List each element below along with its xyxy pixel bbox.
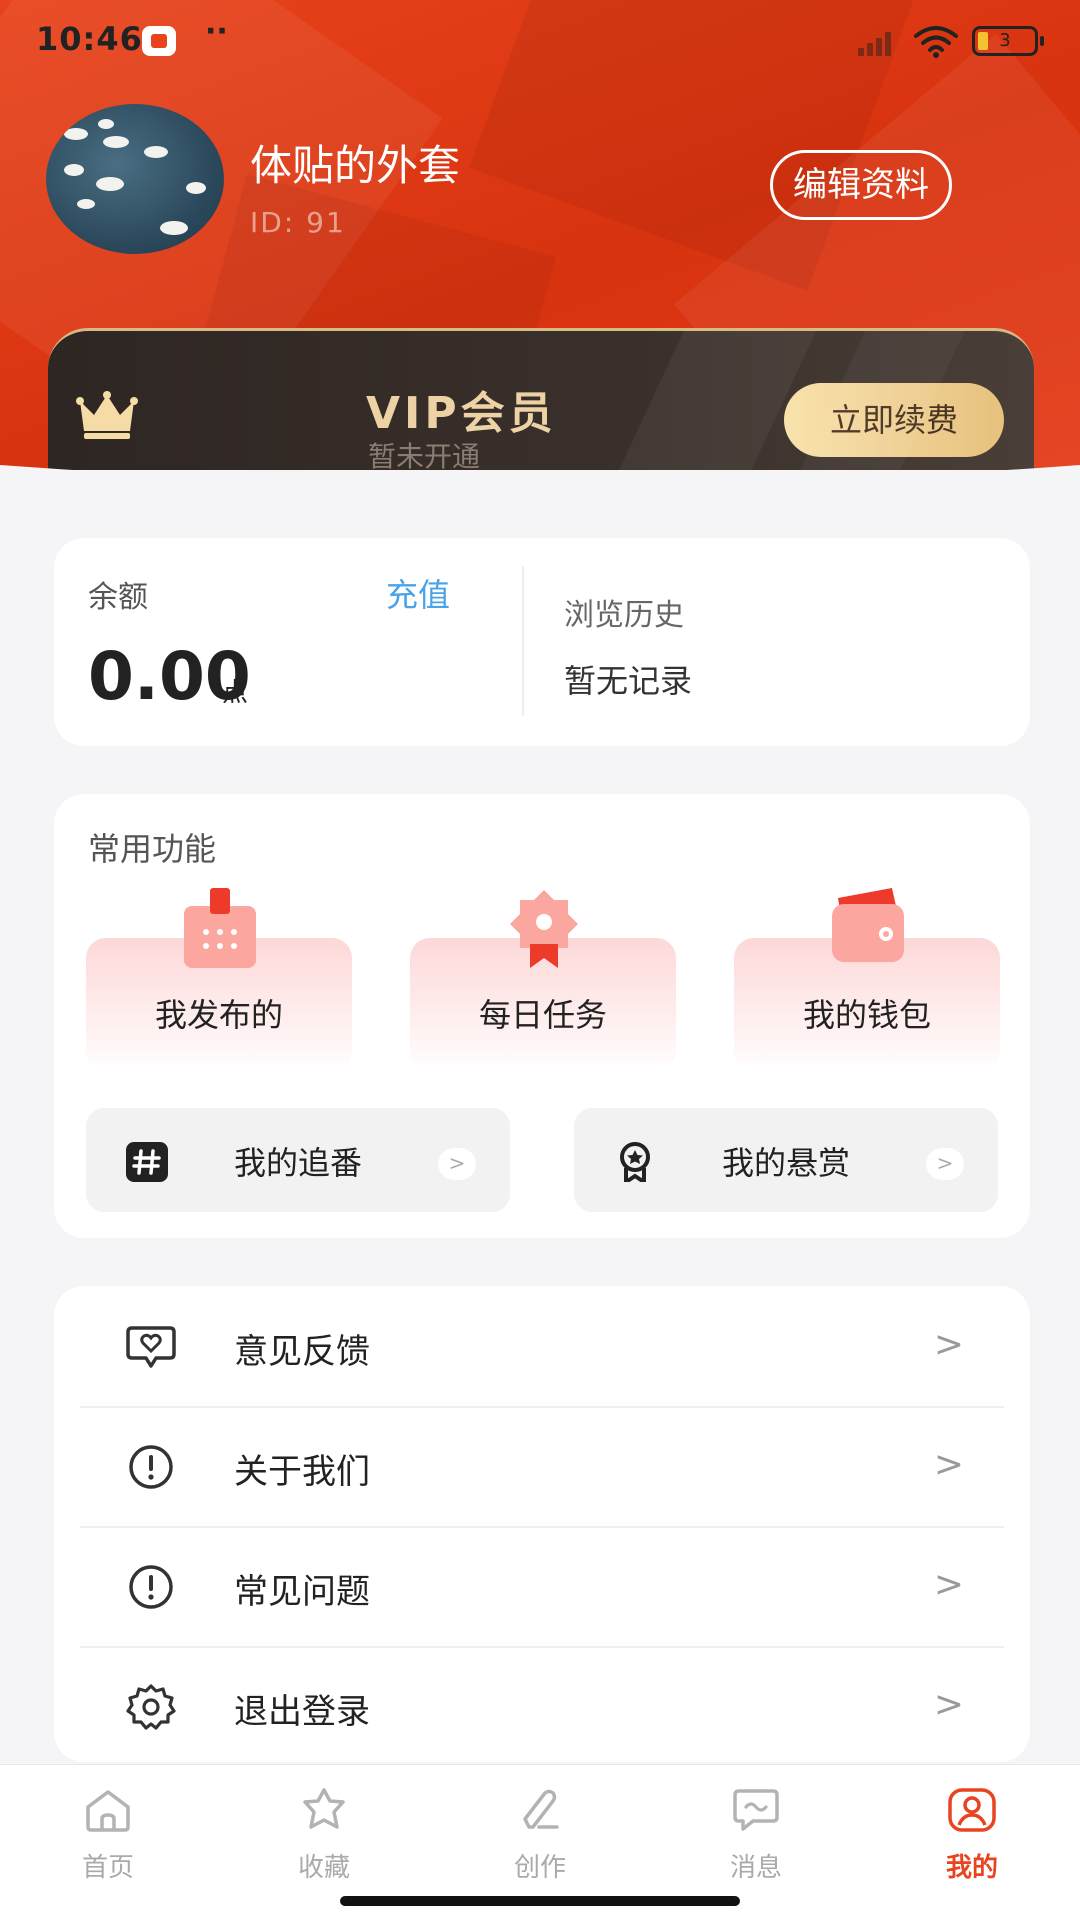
avatar[interactable]	[46, 104, 224, 254]
vip-card[interactable]: VIP会员 暂未开通 立即续费	[48, 328, 1034, 470]
hashtag-icon	[126, 1142, 168, 1182]
tile-label: 我的钱包	[802, 996, 931, 1034]
badge-icon	[510, 890, 578, 968]
list-item-feedback[interactable]: 意见反馈 >	[80, 1286, 1004, 1406]
calendar-icon	[184, 888, 256, 968]
my-anime-follow-button[interactable]: 我的追番 >	[86, 1108, 510, 1212]
balance-card: 余额 充值 0.00 点 浏览历史 暂无记录	[54, 538, 1030, 746]
battery-icon: 3	[972, 26, 1044, 56]
settings-list-card: 意见反馈 > 关于我们 > 常见问题 > 退出登录 >	[54, 1286, 1030, 1762]
home-indicator[interactable]	[340, 1896, 740, 1906]
username: 体贴的外套	[250, 141, 461, 190]
more-notifications-indicator: ··	[205, 14, 228, 49]
profile-header: 10:46 ·· 3 体贴的外套 ID: 91 编辑资料 VIP会员 暂未开通 …	[0, 0, 1080, 470]
status-time: 10:46	[36, 20, 143, 58]
pencil-icon	[523, 1789, 559, 1829]
recharge-link[interactable]: 充值	[386, 570, 450, 616]
app-notification-icon	[142, 26, 176, 56]
battery-level: 3	[999, 30, 1011, 51]
list-item-label: 关于我们	[234, 1452, 370, 1492]
user-id: ID: 91	[250, 206, 346, 239]
info-alert-icon	[129, 1445, 173, 1489]
vip-title: VIP会员	[366, 388, 557, 439]
balance-label: 余额	[88, 580, 148, 615]
nav-create[interactable]: 创作	[470, 1787, 610, 1897]
status-bar: 10:46 ·· 3	[0, 0, 1080, 80]
home-icon	[86, 1790, 130, 1832]
daily-tasks-tile[interactable]: 每日任务	[410, 890, 676, 1072]
my-bounty-button[interactable]: 我的悬赏 >	[574, 1108, 998, 1212]
wallet-icon	[832, 888, 904, 962]
balance-unit: 点	[222, 678, 249, 708]
nav-favorites[interactable]: 收藏	[254, 1787, 394, 1897]
medal-icon	[620, 1142, 650, 1182]
quick-label: 我的悬赏	[722, 1144, 851, 1182]
avatar-image	[64, 119, 206, 235]
nav-home[interactable]: 首页	[38, 1787, 178, 1897]
chevron-right-icon: >	[933, 1564, 964, 1605]
edit-profile-button[interactable]: 编辑资料	[770, 150, 952, 220]
nav-label: 创作	[513, 1853, 566, 1883]
crown-icon	[76, 391, 138, 439]
nav-label: 消息	[729, 1853, 782, 1883]
cellular-signal-icon	[858, 26, 900, 56]
tile-label: 每日任务	[478, 996, 607, 1034]
quick-label: 我的追番	[234, 1144, 363, 1182]
common-functions-card: 常用功能 我发布的 每日任务 我的钱包 我的追番 > 我的悬赏 >	[54, 794, 1030, 1238]
renew-vip-button[interactable]: 立即续费	[784, 383, 1004, 457]
nav-label: 收藏	[297, 1853, 350, 1883]
nav-label: 首页	[81, 1853, 134, 1883]
browse-history-label[interactable]: 浏览历史	[564, 590, 684, 634]
wifi-icon	[914, 26, 958, 58]
list-item-label: 退出登录	[234, 1692, 370, 1732]
chevron-right-icon: >	[933, 1684, 964, 1725]
browse-history-value: 暂无记录	[564, 662, 693, 700]
list-item-faq[interactable]: 常见问题 >	[80, 1526, 1004, 1646]
star-icon	[303, 1788, 345, 1829]
list-item-about-us[interactable]: 关于我们 >	[80, 1406, 1004, 1526]
message-icon	[733, 1789, 779, 1831]
gear-icon	[126, 1684, 176, 1730]
question-alert-icon	[129, 1565, 173, 1609]
profile-icon	[948, 1788, 996, 1832]
section-title: 常用功能	[88, 830, 217, 868]
list-item-label: 意见反馈	[234, 1332, 370, 1372]
chevron-right-icon: >	[438, 1148, 476, 1180]
card-divider	[522, 566, 524, 716]
chevron-right-icon: >	[926, 1148, 964, 1180]
header-curve	[0, 465, 1080, 505]
tile-label: 我发布的	[154, 996, 283, 1034]
list-item-label: 常见问题	[234, 1572, 370, 1612]
feedback-heart-icon	[126, 1326, 176, 1368]
nav-messages[interactable]: 消息	[686, 1787, 826, 1897]
chevron-right-icon: >	[933, 1324, 964, 1365]
nav-profile[interactable]: 我的	[902, 1787, 1042, 1897]
nav-label: 我的	[945, 1853, 998, 1883]
my-wallet-tile[interactable]: 我的钱包	[734, 888, 1000, 1072]
list-item-logout[interactable]: 退出登录 >	[80, 1646, 1004, 1766]
my-posts-tile[interactable]: 我发布的	[86, 888, 352, 1072]
chevron-right-icon: >	[933, 1444, 964, 1485]
